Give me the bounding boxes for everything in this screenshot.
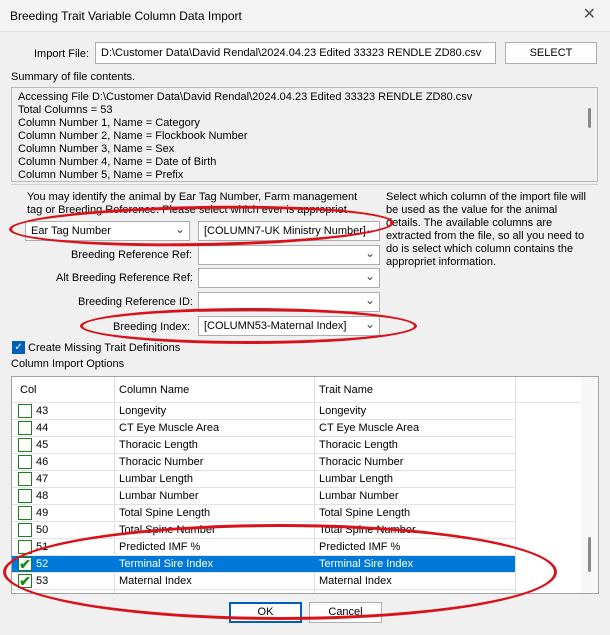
row-column-name: Thoracic Number xyxy=(119,456,204,468)
summary-label: Summary of file contents. xyxy=(11,71,136,83)
row-col-number: 48 xyxy=(36,490,49,502)
grid-scrollbar[interactable] xyxy=(581,377,598,593)
row-trait-name: Thoracic Length xyxy=(319,439,398,451)
row-col-number: 44 xyxy=(36,422,49,434)
table-row[interactable]: 48 Lumbar Number Lumbar Number xyxy=(12,488,515,505)
chevron-down-icon: ⌄ xyxy=(364,293,375,307)
row-trait-name: Lumbar Number xyxy=(319,490,399,502)
window-title: Breeding Trait Variable Column Data Impo… xyxy=(10,9,242,23)
summary-line: Total Columns = 53 xyxy=(18,104,113,116)
row-checkbox[interactable] xyxy=(18,404,32,418)
row-checkbox[interactable] xyxy=(18,523,32,537)
grid-header: Col Column Name Trait Name xyxy=(12,377,582,403)
row-column-name: Lumbar Length xyxy=(119,473,193,485)
row-col-number: 47 xyxy=(36,473,49,485)
annotation-ellipse xyxy=(80,308,417,344)
create-missing-label: Create Missing Trait Definitions xyxy=(28,342,181,354)
header-col[interactable]: Col xyxy=(20,384,37,396)
select-help-text: Select which column of the import file w… xyxy=(386,191,586,268)
row-column-name: Longevity xyxy=(119,405,167,417)
row-trait-name: Longevity xyxy=(319,405,367,417)
row-trait-name: Total Spine Length xyxy=(319,507,411,519)
title-bar: Breeding Trait Variable Column Data Impo… xyxy=(0,0,610,32)
breeding-ref-id-label: Breeding Reference ID: xyxy=(78,296,193,308)
row-col-number: 46 xyxy=(36,456,49,468)
row-col-number: 45 xyxy=(36,439,49,451)
summary-line: Column Number 3, Name = Sex xyxy=(18,143,175,155)
row-checkbox[interactable] xyxy=(18,421,32,435)
chevron-down-icon: ⌄ xyxy=(364,269,375,283)
summary-box[interactable]: Accessing File D:\Customer Data\David Re… xyxy=(11,87,598,182)
row-trait-name: CT Eye Muscle Area xyxy=(319,422,420,434)
table-row[interactable]: 49 Total Spine Length Total Spine Length xyxy=(12,505,515,522)
divider xyxy=(11,184,598,185)
annotation-ellipse xyxy=(3,524,557,620)
import-file-field[interactable]: D:\Customer Data\David Rendal\2024.04.23… xyxy=(95,42,496,64)
table-row[interactable]: 44 CT Eye Muscle Area CT Eye Muscle Area xyxy=(12,420,515,437)
breeding-ref-label: Breeding Reference Ref: xyxy=(71,249,193,261)
header-column-name[interactable]: Column Name xyxy=(119,384,189,396)
row-column-name: Thoracic Length xyxy=(119,439,198,451)
row-checkbox[interactable] xyxy=(18,489,32,503)
grid-scroll-thumb[interactable] xyxy=(588,537,591,572)
row-checkbox[interactable] xyxy=(18,438,32,452)
breeding-ref-select[interactable]: ⌄ xyxy=(198,245,380,265)
close-icon[interactable]: ✕ xyxy=(583,4,596,24)
summary-line: Column Number 5, Name = Prefix xyxy=(18,169,184,181)
create-missing-checkbox[interactable]: ✓ xyxy=(12,341,25,354)
row-column-name: Lumbar Number xyxy=(119,490,199,502)
row-trait-name: Lumbar Length xyxy=(319,473,393,485)
select-file-button[interactable]: SELECT xyxy=(505,42,597,64)
chevron-down-icon: ⌄ xyxy=(364,246,375,260)
alt-breeding-ref-select[interactable]: ⌄ xyxy=(198,268,380,288)
row-trait-name: Thoracic Number xyxy=(319,456,404,468)
row-checkbox[interactable] xyxy=(18,506,32,520)
row-checkbox[interactable] xyxy=(18,455,32,469)
table-row[interactable]: 45 Thoracic Length Thoracic Length xyxy=(12,437,515,454)
row-checkbox[interactable] xyxy=(18,472,32,486)
summary-line: Column Number 1, Name = Category xyxy=(18,117,200,129)
table-row[interactable]: 43 Longevity Longevity xyxy=(12,403,515,420)
table-row[interactable]: 46 Thoracic Number Thoracic Number xyxy=(12,454,515,471)
summary-line: Column Number 2, Name = Flockbook Number xyxy=(18,130,248,142)
row-column-name: Total Spine Length xyxy=(119,507,211,519)
summary-line: Accessing File D:\Customer Data\David Re… xyxy=(18,91,473,103)
summary-scrollbar[interactable] xyxy=(588,108,591,128)
import-file-label: Import File: xyxy=(34,48,90,60)
table-row[interactable]: 47 Lumbar Length Lumbar Length xyxy=(12,471,515,488)
summary-line: Column Number 4, Name = Date of Birth xyxy=(18,156,217,168)
header-trait-name[interactable]: Trait Name xyxy=(319,384,373,396)
row-col-number: 50 xyxy=(36,524,49,536)
row-col-number: 43 xyxy=(36,405,49,417)
row-col-number: 49 xyxy=(36,507,49,519)
row-column-name: CT Eye Muscle Area xyxy=(119,422,220,434)
alt-breeding-ref-label: Alt Breeding Reference Ref: xyxy=(56,272,193,284)
column-import-options-label: Column Import Options xyxy=(11,358,125,370)
